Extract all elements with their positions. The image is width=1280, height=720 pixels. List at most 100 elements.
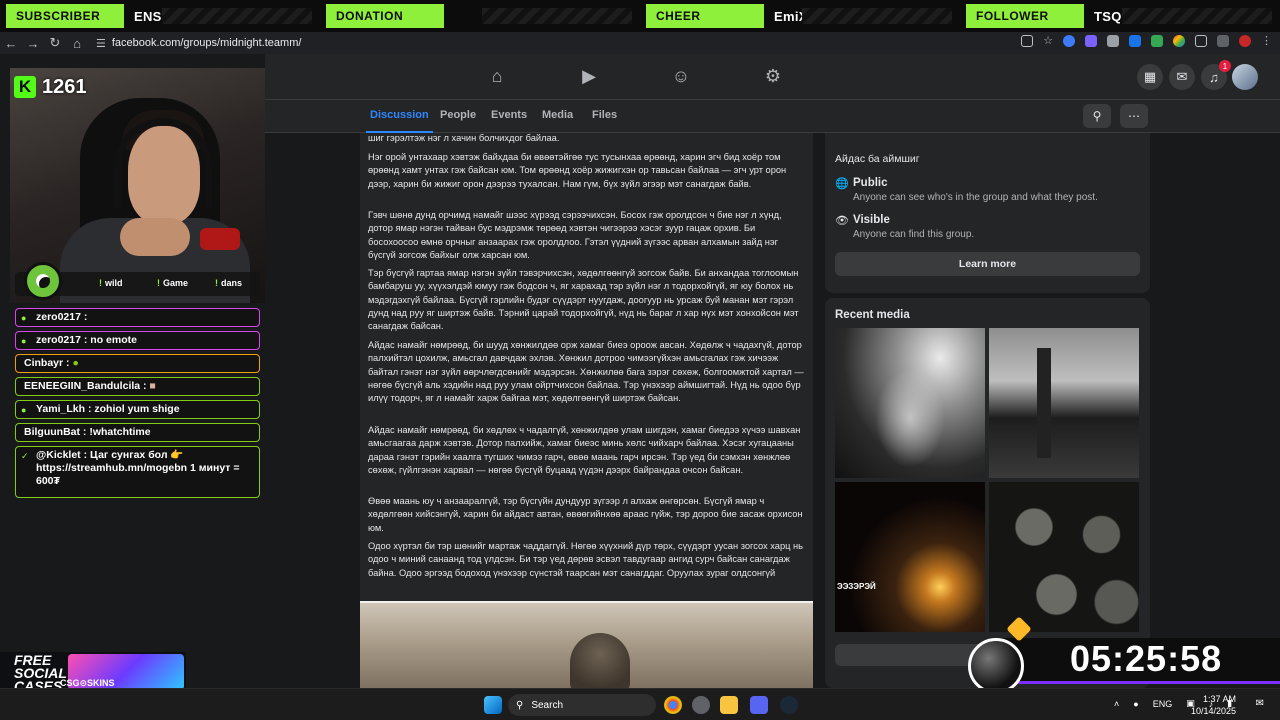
chat-message: ● zero0217 : no emote: [15, 331, 260, 350]
chat-badge-icon: ●: [21, 405, 27, 415]
notification-count-badge: 1: [1219, 60, 1231, 72]
browser-toolbar: ← → ↻ ⌂ ☰ facebook.com/groups/midnight.t…: [0, 32, 1280, 54]
notification-center-icon[interactable]: ✉: [1256, 698, 1264, 709]
chat-text: :: [66, 357, 70, 369]
stream-alert-bar: SUBSCRIBER ENSQRQNNQ DONATION CHEER EmiX…: [0, 0, 1280, 32]
site-info-icon[interactable]: ☰: [96, 37, 106, 50]
follower-alert: FOLLOWER TSQSQNHUNNN: [960, 0, 1280, 32]
file-explorer-icon[interactable]: [720, 696, 738, 714]
chevron-up-icon[interactable]: ˄: [1114, 699, 1119, 709]
media-thumbnail[interactable]: ЭЭЗЭРЭЙ: [835, 482, 985, 632]
video-icon[interactable]: ▶: [579, 66, 599, 86]
chat-text: : no emote: [83, 334, 137, 346]
home-icon[interactable]: ⌂: [487, 66, 507, 86]
tab-people[interactable]: People: [440, 109, 476, 121]
stripes-decoration: [802, 8, 952, 24]
tab-discussion[interactable]: Discussion: [366, 109, 433, 134]
media-thumbnail[interactable]: [989, 482, 1139, 632]
chat-user: Cinbayr: [24, 357, 64, 369]
microphone: [200, 228, 240, 250]
media-thumbnail[interactable]: [835, 328, 985, 478]
search-icon[interactable]: ⚲: [1083, 104, 1111, 128]
donation-alert: DONATION: [320, 0, 640, 32]
chat-user: Yami_Lkh: [36, 403, 86, 415]
command-dans: dans: [215, 278, 242, 288]
chat-message: EENEEGIIN_Bandulcila : ■: [15, 377, 260, 396]
language-indicator[interactable]: ENG: [1153, 699, 1173, 709]
extension-blue-icon[interactable]: [1063, 35, 1075, 47]
emote-icon: ●: [72, 357, 79, 369]
reload-icon[interactable]: ↻: [44, 32, 66, 54]
visibility-row: 👁 Visible Anyone can find this group.: [835, 214, 974, 240]
forward-icon[interactable]: →: [22, 32, 44, 54]
visible-description: Anyone can find this group.: [853, 229, 975, 240]
command-wild: wild: [99, 278, 123, 288]
system-clock[interactable]: 1:37 AM 10/14/2025: [1191, 693, 1236, 717]
address-bar[interactable]: ☰ facebook.com/groups/midnight.teamm/: [96, 34, 976, 52]
gaming-icon[interactable]: ⚙: [763, 66, 783, 86]
post-paragraph: шиг гэрэлтэж нэг л хачин болчихдог байла…: [368, 133, 560, 143]
reflection-figure: [1037, 348, 1051, 458]
extension-gray-icon[interactable]: [1107, 35, 1119, 47]
menu-grid-icon[interactable]: ▦: [1137, 64, 1163, 90]
extension-purple-icon[interactable]: [1085, 35, 1097, 47]
public-description: Anyone can see who's in the group and wh…: [853, 192, 1098, 203]
extension-blue2-icon[interactable]: [1129, 35, 1141, 47]
puzzle-icon[interactable]: [1195, 35, 1207, 47]
chat-text: :: [143, 380, 147, 392]
discord-icon[interactable]: [750, 696, 768, 714]
messenger-icon[interactable]: ✉: [1169, 64, 1195, 90]
profile-avatar-icon[interactable]: [1239, 35, 1251, 47]
taskbar-search[interactable]: ⚲ Search: [508, 694, 656, 716]
post-card: шиг гэрэлтэж нэг л хачин болчихдог байла…: [360, 133, 813, 688]
eye-icon: 👁: [835, 215, 849, 227]
recent-media-card: Recent media ЭЭЗЭРЭЙ: [825, 298, 1150, 688]
install-icon[interactable]: [1021, 35, 1034, 47]
timer-value: 05:25:58: [1070, 638, 1223, 679]
visible-title: Visible: [853, 214, 890, 226]
chat-badge-icon: ●: [21, 313, 27, 323]
post-paragraph: Айдас намайг нөмрөөд, би хөдлөх ч чадалг…: [368, 425, 801, 475]
group-tab-bar: Discussion People Events Media Files ⚲ ⋯: [265, 100, 1280, 134]
media-control-icon[interactable]: [1217, 35, 1229, 47]
left-gutter: [265, 133, 360, 688]
url-text: facebook.com/groups/midnight.teamm/: [111, 37, 302, 49]
settings-icon[interactable]: [692, 696, 710, 714]
chrome-icon[interactable]: [664, 696, 682, 714]
profile-avatar[interactable]: [1232, 64, 1258, 90]
tab-media[interactable]: Media: [542, 109, 573, 121]
media-thumbnail[interactable]: [989, 328, 1139, 478]
browser-menu-icon[interactable]: ⋮: [1261, 35, 1272, 47]
steam-icon[interactable]: [780, 696, 798, 714]
chat-user: @Kicklet: [36, 449, 81, 461]
bookmark-star-icon[interactable]: ☆: [1043, 35, 1053, 47]
bot-check-icon: ✓: [21, 451, 29, 461]
cheer-label: CHEER: [646, 4, 764, 28]
cheer-alert: CHEER EmiXD1: [640, 0, 960, 32]
home-icon[interactable]: ⌂: [66, 32, 88, 54]
subscriber-alert: SUBSCRIBER ENSQRQNNQ: [0, 0, 320, 32]
back-icon[interactable]: ←: [0, 32, 22, 54]
tab-files[interactable]: Files: [592, 109, 617, 121]
clock-date: 10/14/2025: [1190, 706, 1236, 716]
groups-icon[interactable]: ☺: [671, 66, 691, 86]
more-options-icon[interactable]: ⋯: [1120, 104, 1148, 128]
learn-more-button[interactable]: Learn more: [835, 252, 1140, 276]
chat-user: zero0217: [36, 311, 81, 323]
post-paragraph: Одоо хүртэл би тэр шөнийг мартаж чаддагг…: [368, 541, 804, 578]
post-image[interactable]: [360, 601, 813, 688]
command-game: Game: [157, 278, 188, 288]
bomb-icon: [968, 638, 1024, 694]
mic-icon[interactable]: ●: [1133, 699, 1138, 709]
facebook-top-nav: ⌂ ▶ ☺ ⚙ ▦ ✉ ♫ 1: [265, 54, 1280, 100]
post-paragraph: Гэвч шөнө дунд орчимд намайг шээс хүрээд…: [368, 210, 782, 260]
tab-events[interactable]: Events: [491, 109, 527, 121]
chat-message: Cinbayr : ●: [15, 354, 260, 373]
notifications-icon[interactable]: ♫ 1: [1201, 60, 1231, 90]
windows-start-icon[interactable]: [484, 696, 502, 714]
follower-count: 1261: [42, 75, 87, 98]
extension-multicolor-icon[interactable]: [1173, 35, 1185, 47]
extension-green-icon[interactable]: [1151, 35, 1163, 47]
donation-label: DONATION: [326, 4, 444, 28]
headset: [114, 118, 212, 208]
